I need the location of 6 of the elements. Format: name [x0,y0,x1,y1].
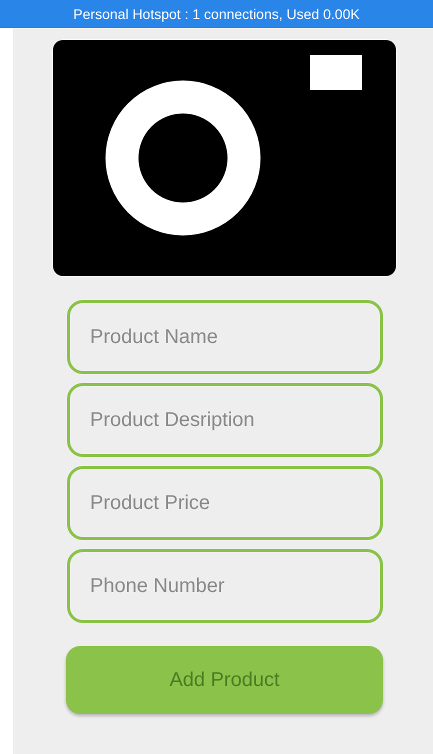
status-bar: Personal Hotspot : 1 connections, Used 0.00K [0,0,433,28]
input-field[interactable]: Product Price [67,466,383,540]
input-field[interactable]: Phone Number [67,549,383,623]
input-field[interactable]: Product Desription [67,383,383,457]
add-product-button[interactable]: Add Product [66,646,383,714]
input-field[interactable]: Product Name [67,300,383,374]
